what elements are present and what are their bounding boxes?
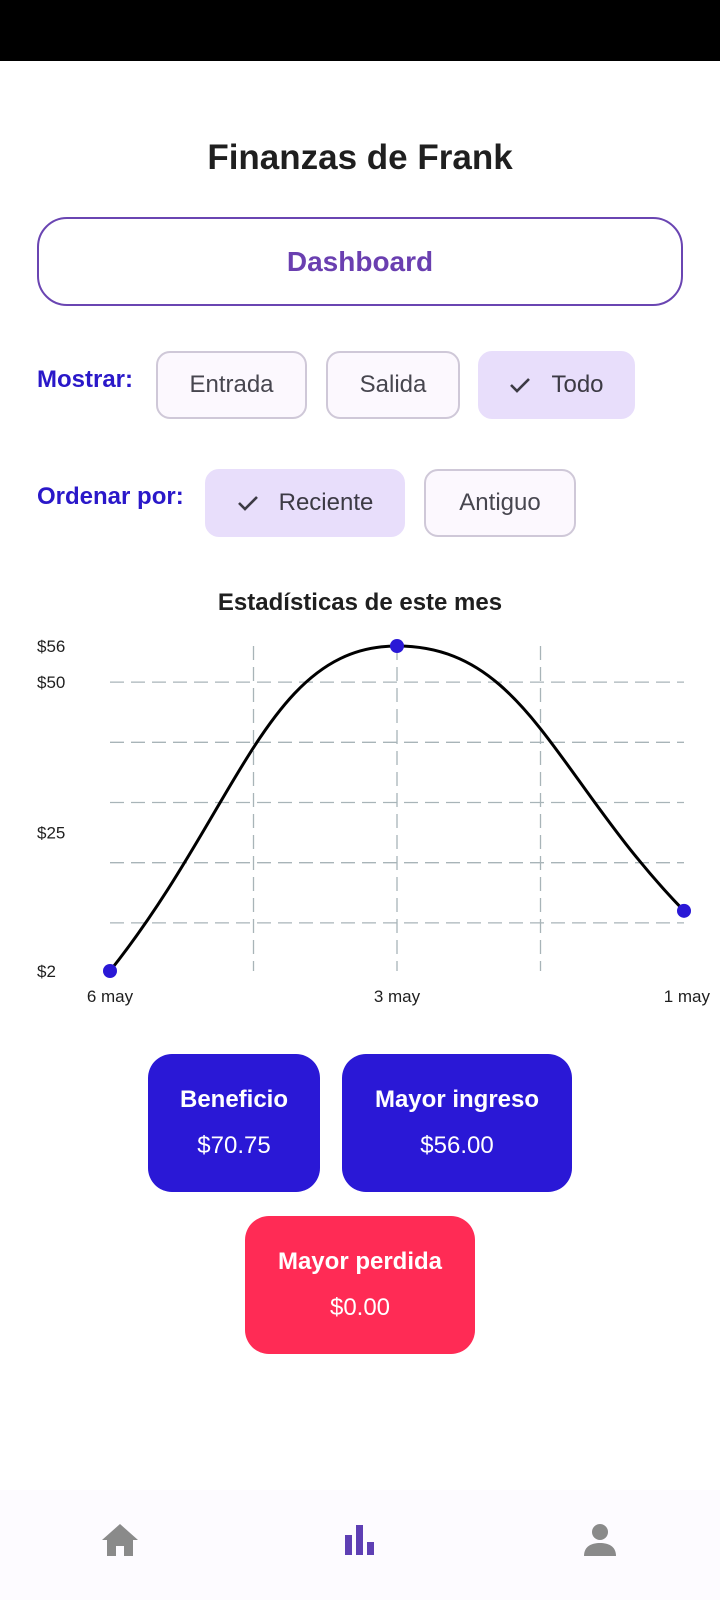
chip-salida[interactable]: Salida [326,351,460,419]
top-loss-title: Mayor perdida [277,1248,443,1275]
nav-stats[interactable] [330,1510,390,1570]
home-icon [102,1524,138,1556]
x-tick-label: 1 may [664,987,711,1006]
top-income-value: $56.00 [420,1132,494,1159]
x-tick-label: 3 may [374,987,421,1006]
top-loss-value: $0.00 [329,1294,391,1321]
page-title: Finanzas de Frank [207,138,513,177]
sort-filter-label: Ordenar por: [37,483,184,510]
profit-value: $70.75 [197,1132,271,1159]
top-income-card: Mayor ingreso $56.00 [342,1054,572,1192]
nav-home[interactable] [90,1510,150,1570]
show-filter-label: Mostrar: [37,366,134,393]
nav-profile[interactable] [570,1510,630,1570]
y-tick-label: $25 [37,824,65,843]
chart-title: Estadísticas de este mes [217,589,503,616]
chip-label: Salida [359,371,427,398]
chip-label: Todo [551,371,604,398]
bar-chart-icon [345,1525,374,1555]
line-chart: $56 $50 $25 $2 6 may 3 may 1 may [37,637,711,1006]
person-icon [584,1524,616,1556]
profit-card: Beneficio $70.75 [148,1054,320,1192]
status-bar [0,0,720,61]
chip-label: Entrada [189,371,274,398]
bottom-navigation [0,1490,720,1600]
profit-title: Beneficio [179,1086,289,1113]
top-loss-card: Mayor perdida $0.00 [245,1216,475,1354]
chip-antiguo[interactable]: Antiguo [424,469,576,537]
data-point [390,639,404,653]
y-tick-label: $56 [37,637,65,656]
finance-dashboard-screen: Finanzas de Frank Dashboard Mostrar: Ent… [0,0,720,1600]
chip-label: Antiguo [459,489,541,516]
chip-reciente[interactable]: Reciente [205,469,405,537]
top-income-title: Mayor ingreso [374,1086,540,1113]
dashboard-button[interactable]: Dashboard [37,217,683,306]
y-tick-label: $50 [37,673,65,692]
chip-label: Reciente [278,489,374,516]
data-point [677,903,691,918]
checkmark-icon [237,496,258,511]
checkmark-icon [510,378,531,393]
chip-todo[interactable]: Todo [478,351,635,419]
x-tick-label: 6 may [87,987,134,1006]
chip-entrada[interactable]: Entrada [156,351,307,419]
y-tick-label: $2 [37,962,56,981]
data-point [103,964,117,978]
